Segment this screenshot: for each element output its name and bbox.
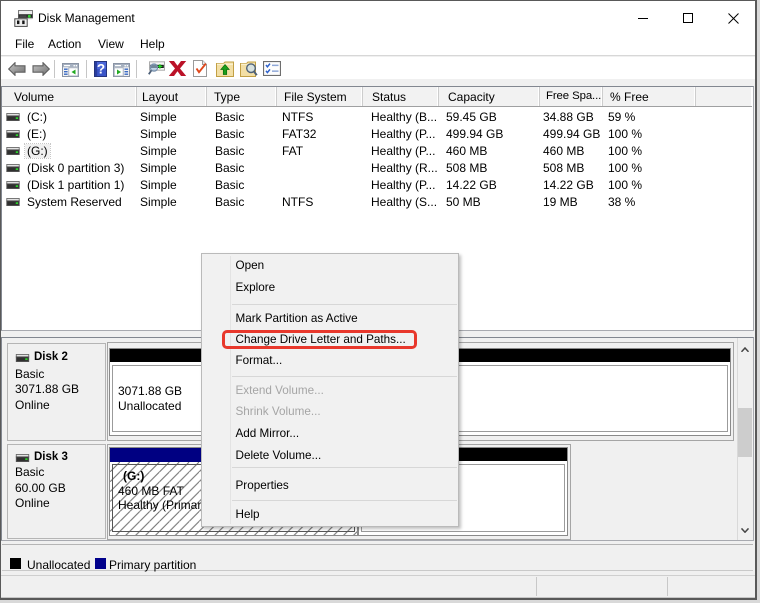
svg-text:?: ? xyxy=(97,62,105,77)
